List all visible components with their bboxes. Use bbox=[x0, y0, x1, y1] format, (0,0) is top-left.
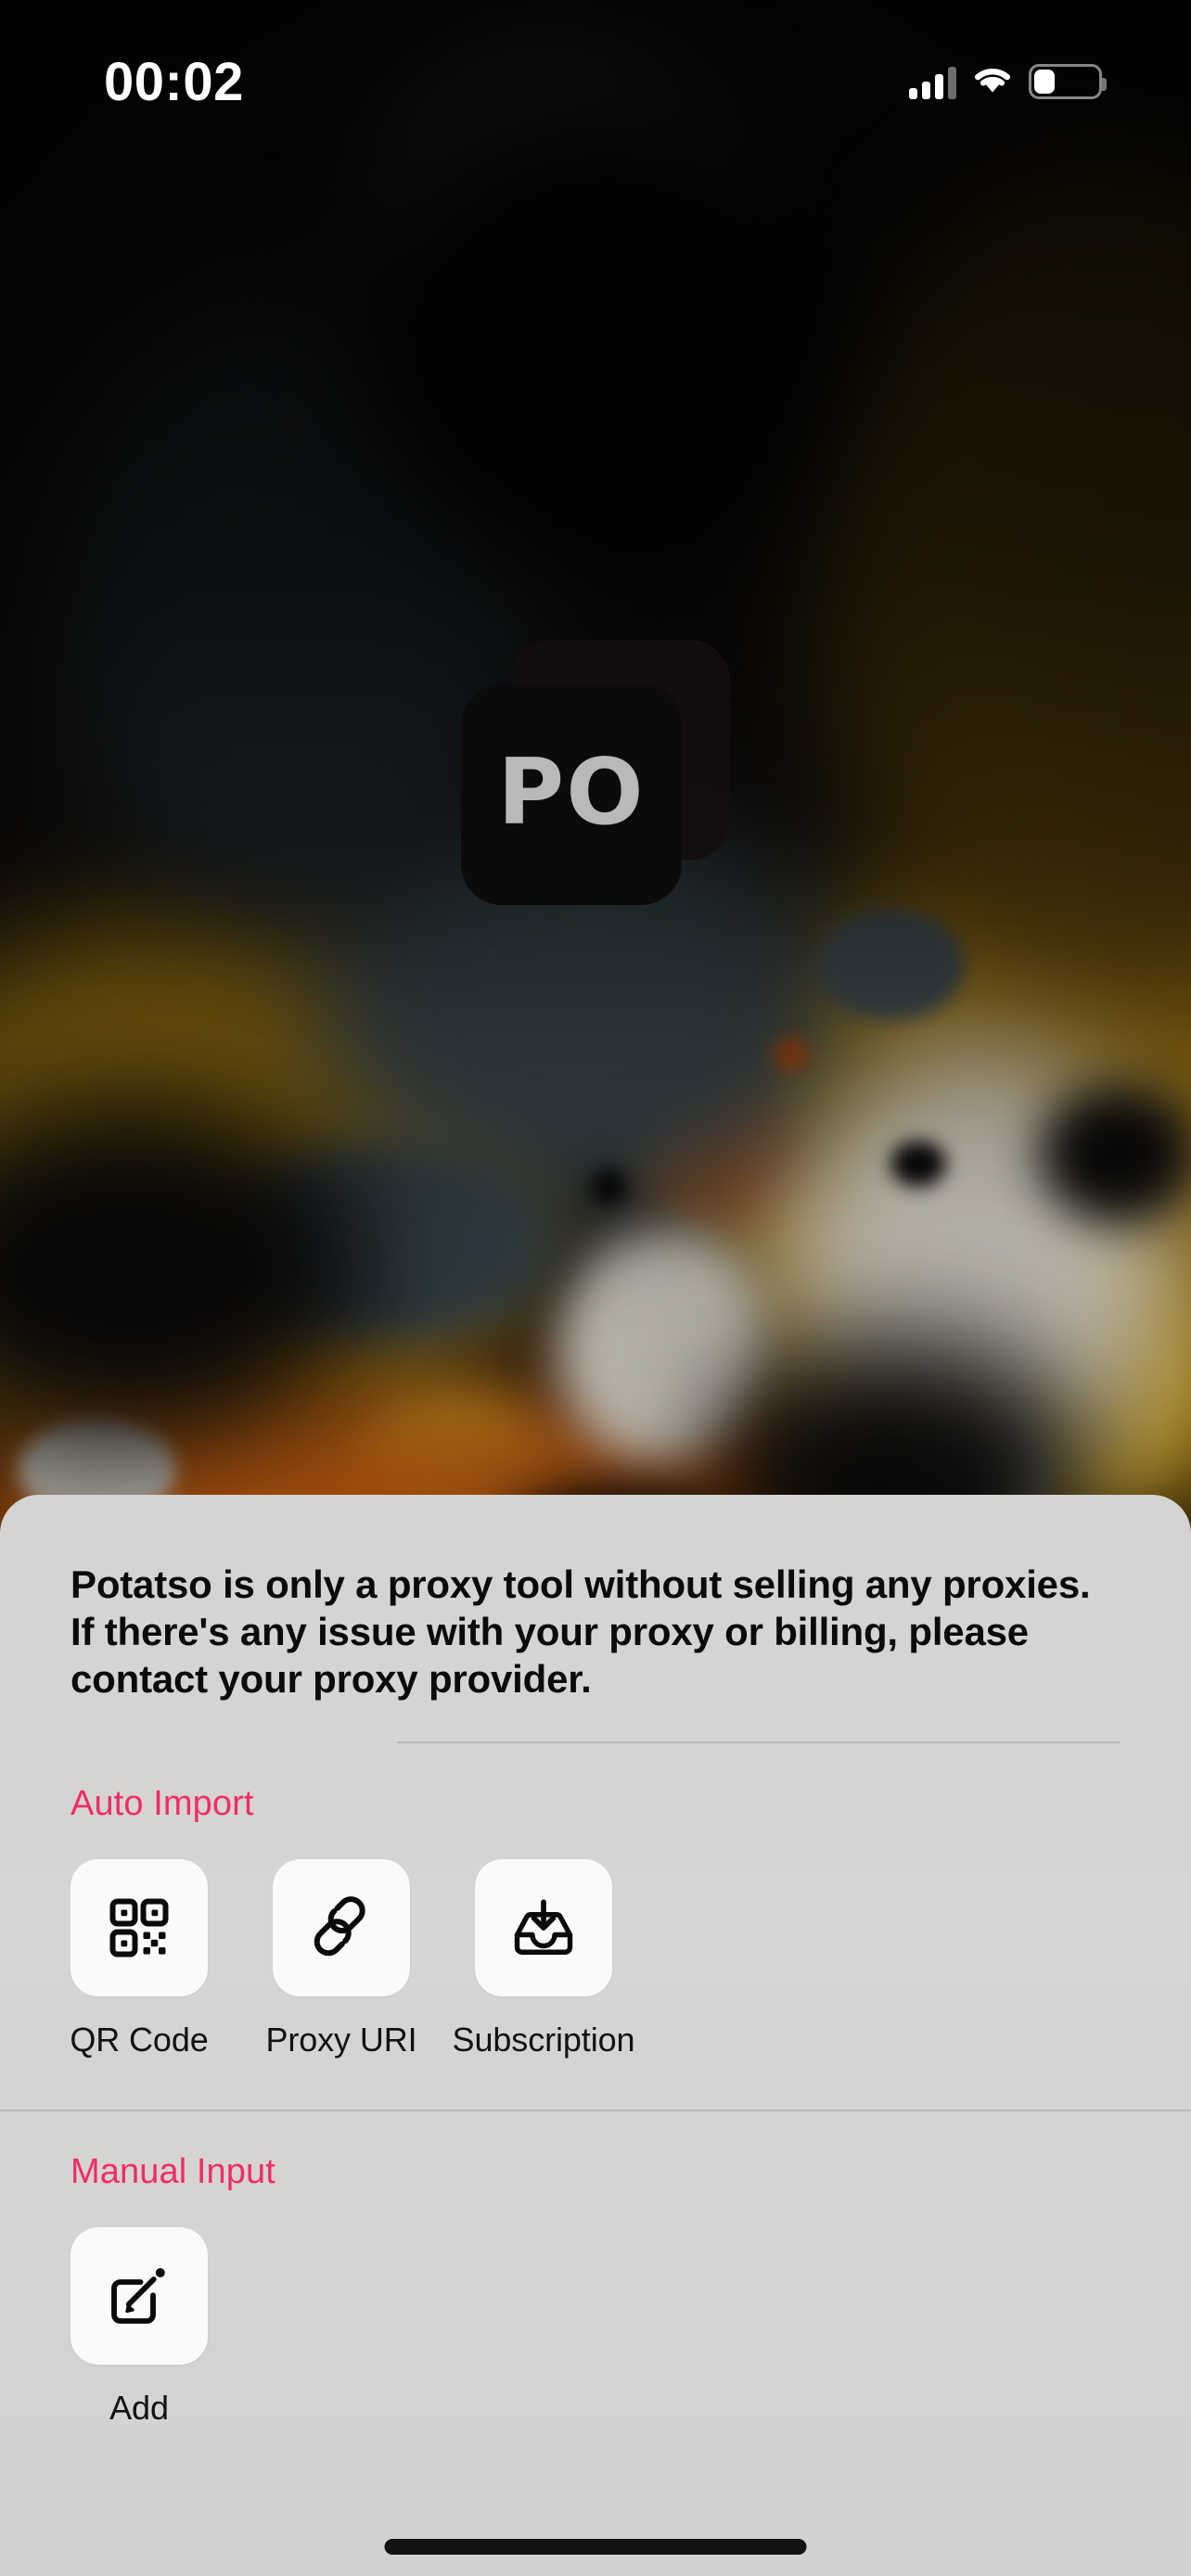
import-bottom-sheet: Potatso is only a proxy tool without sel… bbox=[0, 1495, 1191, 2576]
battery-low-icon bbox=[1029, 64, 1107, 99]
tile-subscription[interactable]: Subscription bbox=[453, 1859, 635, 2060]
app-icon-front-tile: PO bbox=[461, 684, 682, 905]
cellular-bars-icon bbox=[909, 64, 956, 99]
tray-download-icon bbox=[514, 1899, 573, 1956]
compose-pencil-square-icon bbox=[111, 2268, 165, 2325]
tile-add[interactable]: Add bbox=[70, 2227, 208, 2428]
status-bar: 00:02 bbox=[0, 0, 1191, 139]
tile-subscription-label: Subscription bbox=[452, 2021, 635, 2060]
app-logo-container: PO bbox=[0, 640, 1191, 909]
section-manual-input: Manual Input Add bbox=[70, 2111, 1121, 2428]
tile-add-label: Add bbox=[109, 2389, 169, 2428]
status-bar-indicators bbox=[909, 64, 1107, 100]
section-title-auto-import: Auto Import bbox=[70, 1784, 254, 1824]
tile-add-button[interactable] bbox=[70, 2227, 208, 2366]
link-chain-icon bbox=[314, 1896, 365, 1957]
home-indicator[interactable] bbox=[384, 2539, 807, 2555]
section-auto-import: Auto Import QR Code Proxy URI Subscripti… bbox=[70, 1743, 1121, 2110]
tile-proxy-uri-button[interactable] bbox=[273, 1859, 410, 1997]
tile-proxy-uri[interactable]: Proxy URI bbox=[265, 1859, 417, 2060]
manual-input-tile-row: Add bbox=[70, 2192, 1121, 2428]
tile-qr-code-label: QR Code bbox=[70, 2021, 209, 2060]
tile-proxy-uri-label: Proxy URI bbox=[265, 2021, 417, 2060]
qr-code-icon bbox=[109, 1898, 169, 1958]
status-bar-time: 00:02 bbox=[104, 51, 244, 112]
wifi-icon bbox=[972, 64, 1013, 100]
app-icon-label: PO bbox=[497, 740, 646, 846]
section-title-manual-input: Manual Input bbox=[70, 2152, 275, 2192]
potatso-app-icon: PO bbox=[461, 640, 730, 909]
phone-screen: 00:02 PO Potatso is only a proxy tool wi… bbox=[0, 0, 1191, 2576]
tile-subscription-button[interactable] bbox=[475, 1859, 612, 1997]
auto-import-tile-row: QR Code Proxy URI Subscription bbox=[70, 1824, 1121, 2060]
tile-qr-code-button[interactable] bbox=[70, 1859, 208, 1997]
disclaimer-text: Potatso is only a proxy tool without sel… bbox=[70, 1562, 1091, 1701]
tile-qr-code[interactable]: QR Code bbox=[70, 1859, 209, 2060]
